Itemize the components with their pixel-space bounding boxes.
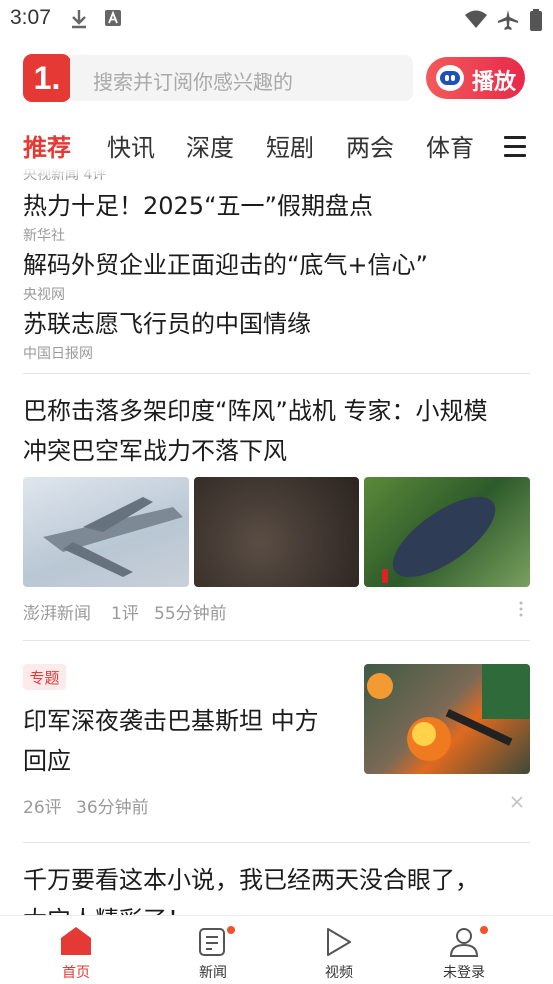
wreckage-image[interactable] xyxy=(364,477,530,587)
nav-news-label: 新闻 xyxy=(199,965,227,981)
download-icon xyxy=(72,10,86,29)
article-title-line1[interactable]: 巴称击落多架印度“阵风”战机 专家：小规模 xyxy=(23,391,488,431)
article-title-line2[interactable]: 回应 xyxy=(23,741,71,781)
headline-source: 央视网 xyxy=(23,287,65,303)
article-title-line1[interactable]: 印军深夜袭击巴基斯坦 中方 xyxy=(23,701,319,741)
article-source: 澎湃新闻 xyxy=(23,604,91,624)
wifi-icon xyxy=(465,10,487,28)
article-time: 36分钟前 xyxy=(76,798,149,818)
divider xyxy=(23,640,530,641)
tab-two-sessions[interactable]: 两会 xyxy=(346,128,394,163)
news-icon xyxy=(199,928,225,956)
search-bar[interactable]: 搜索并订阅你感兴趣的 xyxy=(70,55,413,101)
user-icon xyxy=(449,928,479,957)
tab-in-depth[interactable]: 深度 xyxy=(186,128,234,163)
play-button[interactable]: 播放 xyxy=(426,57,525,99)
nav-news[interactable]: 新闻 xyxy=(163,916,263,984)
play-button-label: 播放 xyxy=(472,70,517,95)
close-icon[interactable] xyxy=(511,796,523,808)
status-time: 3:07 xyxy=(10,6,51,29)
conflict-thumbnail[interactable] xyxy=(364,664,530,774)
tab-short-drama[interactable]: 短剧 xyxy=(266,128,314,163)
app-logo[interactable]: 1. xyxy=(23,54,71,102)
article-comments: 1评 xyxy=(111,604,139,624)
more-options-icon[interactable] xyxy=(518,601,524,617)
tab-sports[interactable]: 体育 xyxy=(426,128,474,163)
home-icon xyxy=(61,927,91,955)
headline-title[interactable]: 热力十足！2025“五一”假期盘点 xyxy=(23,186,373,226)
bottom-nav: 首页 新闻 视频 未登录 xyxy=(0,915,553,984)
headline-source: 新华社 xyxy=(23,228,65,244)
nav-home-label: 首页 xyxy=(62,965,90,981)
notification-dot xyxy=(480,926,488,934)
tab-recommend[interactable]: 推荐 xyxy=(23,128,71,163)
article-time: 55分钟前 xyxy=(154,604,227,624)
nav-video-label: 视频 xyxy=(325,965,353,981)
fighter-jet-image[interactable] xyxy=(23,477,189,587)
topic-badge: 专题 xyxy=(23,664,66,690)
crash-site-image[interactable] xyxy=(194,477,359,587)
app-logo-text: 1. xyxy=(33,59,61,96)
a-badge-icon xyxy=(105,10,121,26)
divider xyxy=(23,373,530,374)
headline-title[interactable]: 解码外贸企业正面迎击的“底气+信心” xyxy=(23,245,428,285)
search-placeholder: 搜索并订阅你感兴趣的 xyxy=(93,70,293,94)
video-play-icon xyxy=(327,928,351,956)
nav-profile-label: 未登录 xyxy=(443,965,485,981)
nav-video[interactable]: 视频 xyxy=(289,916,389,984)
channel-menu-icon[interactable] xyxy=(504,136,526,163)
headline-title[interactable]: 苏联志愿飞行员的中国情缘 xyxy=(23,304,311,344)
divider xyxy=(23,842,530,843)
nav-profile[interactable]: 未登录 xyxy=(414,916,514,984)
headline-source: 中国日报网 xyxy=(23,346,93,362)
battery-icon xyxy=(530,9,542,31)
robot-icon xyxy=(436,65,464,91)
article-title[interactable]: 千万要看这本小说，我已经两天没合眼了， xyxy=(23,860,479,900)
airplane-icon xyxy=(498,10,518,30)
article-comments: 26评 xyxy=(23,798,62,818)
tab-flash-news[interactable]: 快讯 xyxy=(107,128,155,163)
article-title-line2[interactable]: 冲突巴空军战力不落下风 xyxy=(23,431,287,471)
status-bar: 3:07 xyxy=(0,0,553,38)
topic-badge-label: 专题 xyxy=(29,668,60,687)
nav-home[interactable]: 首页 xyxy=(26,916,126,984)
notification-dot xyxy=(227,926,235,934)
